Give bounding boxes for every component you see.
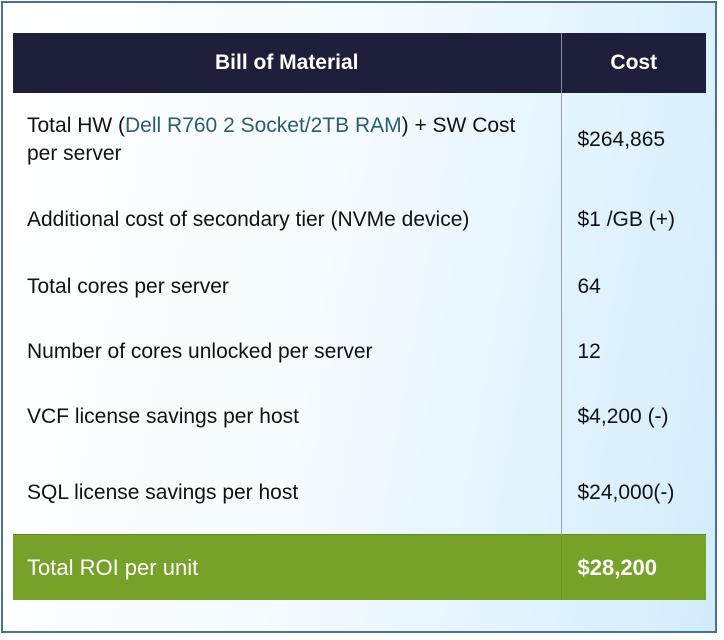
- row-item-highlight: Dell R760 2 Socket/2TB RAM: [125, 114, 402, 137]
- row-cost-value: $1 /GB (+): [560, 187, 706, 253]
- row-item-text-pre: Total HW (: [27, 114, 126, 137]
- table-row: Additional cost of secondary tier (NVMe …: [13, 187, 706, 253]
- row-item-label: Total HW (Dell R760 2 Socket/2TB RAM) + …: [13, 93, 561, 187]
- row-cost-value: $4,200 (-): [560, 383, 706, 451]
- table-row: SQL license savings per host $24,000(-): [13, 451, 706, 535]
- row-cost-value: 12: [560, 320, 706, 383]
- row-item-label: Additional cost of secondary tier (NVMe …: [27, 208, 470, 231]
- header-row: Bill of Material Cost: [13, 33, 706, 93]
- row-cost-value: $24,000(-): [560, 451, 706, 535]
- table-row: Total cores per server 64: [13, 253, 706, 320]
- total-label: Total ROI per unit: [13, 534, 561, 600]
- total-cost-value: $28,200: [560, 534, 706, 600]
- table-row: Number of cores unlocked per server 12: [13, 320, 706, 383]
- row-item-label: Total cores per server: [27, 274, 229, 298]
- table-row: VCF license savings per host $4,200 (-): [13, 383, 706, 451]
- header-cost: Cost: [561, 33, 706, 93]
- table-row: Total HW (Dell R760 2 Socket/2TB RAM) + …: [13, 93, 706, 187]
- row-cost-value: 64: [560, 253, 706, 320]
- row-item-label: Number of cores unlocked per server: [27, 339, 373, 363]
- row-item-label: VCF license savings per host: [27, 405, 299, 428]
- row-cost-value: $264,865: [560, 93, 706, 187]
- row-item-label: SQL license savings per host: [27, 480, 299, 504]
- bill-of-material-table: Bill of Material Cost Total HW (Dell R76…: [13, 33, 706, 600]
- total-row: Total ROI per unit $28,200: [13, 534, 706, 600]
- header-bill-of-material: Bill of Material: [13, 33, 562, 93]
